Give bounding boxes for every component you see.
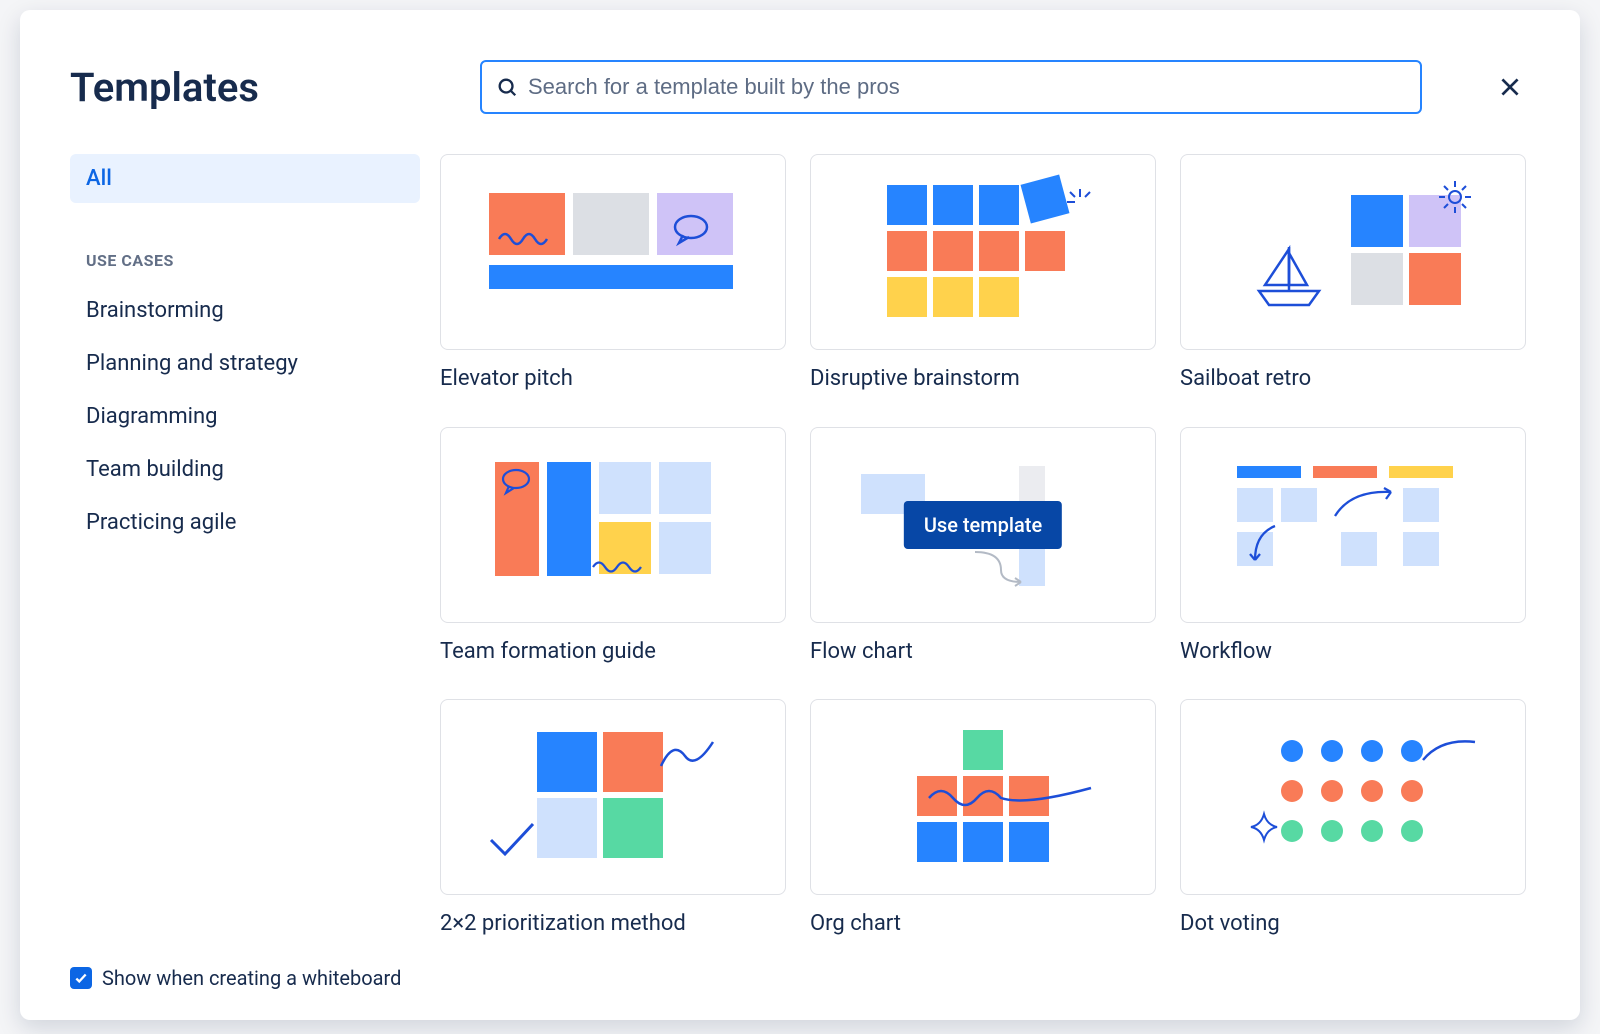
close-button[interactable] — [1490, 67, 1530, 107]
modal-body: All USE CASES Brainstorming Planning and… — [70, 154, 1530, 942]
template-title: 2×2 prioritization method — [440, 911, 786, 936]
squiggle-icon — [927, 784, 1097, 814]
sidebar-item-agile[interactable]: Practicing agile — [70, 498, 420, 547]
sidebar-item-diagramming[interactable]: Diagramming — [70, 392, 420, 441]
template-thumbnail — [810, 154, 1156, 350]
template-thumbnail — [1180, 427, 1526, 623]
template-title: Team formation guide — [440, 639, 786, 664]
template-title: Sailboat retro — [1180, 366, 1526, 391]
check-icon — [487, 820, 537, 860]
arrow-icon — [1247, 524, 1287, 570]
check-icon — [74, 971, 88, 985]
use-template-button[interactable]: Use template — [904, 501, 1062, 549]
template-card-flow-chart[interactable]: Use template Flow chart — [810, 427, 1156, 670]
sidebar-item-planning[interactable]: Planning and strategy — [70, 339, 420, 388]
template-title: Dot voting — [1180, 911, 1526, 936]
template-grid: Elevator pitch Disru — [440, 154, 1530, 942]
arrow-icon — [1331, 486, 1401, 526]
template-title: Org chart — [810, 911, 1156, 936]
sidebar-item-all[interactable]: All — [70, 154, 420, 203]
squiggle-icon — [659, 736, 719, 776]
sidebar: All USE CASES Brainstorming Planning and… — [70, 154, 440, 942]
template-title: Flow chart — [810, 639, 1156, 664]
template-card-sailboat-retro[interactable]: Sailboat retro — [1180, 154, 1526, 397]
arrow-icon — [971, 548, 1031, 588]
squiggle-icon — [497, 227, 557, 251]
sidebar-section-heading: USE CASES — [86, 251, 420, 270]
speech-bubble-icon — [671, 213, 711, 247]
sparkle-icon — [1247, 810, 1281, 844]
close-icon — [1497, 74, 1523, 100]
spark-icon — [1065, 187, 1095, 217]
search-field[interactable] — [480, 60, 1422, 114]
modal-footer: Show when creating a whiteboard — [70, 966, 1530, 990]
template-thumbnail — [1180, 699, 1526, 895]
sailboat-icon — [1249, 241, 1329, 311]
template-thumbnail: Use template — [810, 427, 1156, 623]
modal-header: Templates — [70, 60, 1530, 114]
page-title: Templates — [70, 64, 440, 111]
template-card-team-formation[interactable]: Team formation guide — [440, 427, 786, 670]
template-thumbnail — [440, 699, 786, 895]
template-title: Disruptive brainstorm — [810, 366, 1156, 391]
template-card-workflow[interactable]: Workflow — [1180, 427, 1526, 670]
template-thumbnail — [440, 154, 786, 350]
template-title: Elevator pitch — [440, 366, 786, 391]
template-card-org-chart[interactable]: Org chart — [810, 699, 1156, 942]
sun-icon — [1437, 179, 1473, 215]
squiggle-icon — [591, 556, 651, 578]
search-icon — [496, 76, 518, 98]
template-card-disruptive-brainstorm[interactable]: Disruptive brainstorm — [810, 154, 1156, 397]
templates-modal: Templates All USE CASES Brainstorming Pl… — [20, 10, 1580, 1020]
template-thumbnail — [1180, 154, 1526, 350]
search-input[interactable] — [528, 74, 1406, 100]
template-title: Workflow — [1180, 639, 1526, 664]
squiggle-icon — [1421, 736, 1481, 766]
sidebar-item-brainstorming[interactable]: Brainstorming — [70, 286, 420, 335]
show-on-create-checkbox[interactable] — [70, 967, 92, 989]
template-card-2x2-prioritization[interactable]: 2×2 prioritization method — [440, 699, 786, 942]
template-thumbnail — [810, 699, 1156, 895]
template-thumbnail — [440, 427, 786, 623]
show-on-create-label: Show when creating a whiteboard — [102, 966, 401, 990]
template-card-dot-voting[interactable]: Dot voting — [1180, 699, 1526, 942]
sidebar-item-team-building[interactable]: Team building — [70, 445, 420, 494]
template-card-elevator-pitch[interactable]: Elevator pitch — [440, 154, 786, 397]
speech-bubble-icon — [499, 468, 533, 496]
